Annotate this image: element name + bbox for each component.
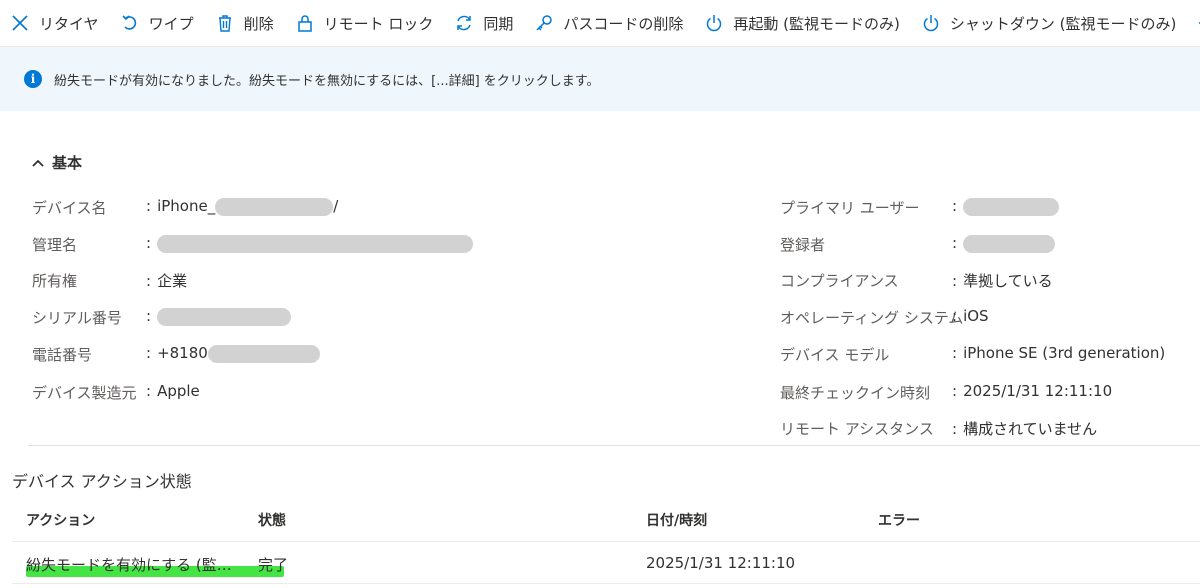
sync-icon — [453, 12, 475, 34]
shutdown-button[interactable]: シャットダウン (監視モードのみ) — [910, 0, 1186, 46]
column-header-datetime[interactable]: 日付/時刻 — [646, 510, 707, 530]
compliance-text: 準拠している — [963, 272, 1053, 290]
undo-icon — [119, 12, 141, 34]
serial-number-label: シリアル番号 — [32, 309, 122, 327]
table-cell-datetime: 2025/1/31 12:11:10 — [646, 554, 796, 572]
more-commands-button[interactable] — [1186, 0, 1200, 46]
restart-label: 再起動 (監視モードのみ) — [733, 14, 900, 33]
power-icon — [920, 12, 942, 34]
wipe-label: ワイプ — [148, 14, 194, 33]
close-icon — [9, 12, 31, 34]
redacted-block — [157, 307, 292, 326]
delete-label: 削除 — [243, 14, 274, 33]
remote-assistance-value: : 構成されていません — [952, 420, 1098, 438]
os-label: オペレーティング システム — [780, 309, 964, 327]
lost-mode-banner: i 紛失モードが有効になりました。紛失モードを無効にするには、[...詳細] を… — [0, 47, 1200, 111]
redacted-block — [157, 234, 474, 253]
trash-icon — [214, 12, 236, 34]
lock-icon — [294, 12, 316, 34]
essentials-title: 基本 — [52, 154, 83, 172]
remove-passcode-button[interactable]: パスコードの削除 — [523, 0, 693, 46]
device-model-value: : iPhone SE (3rd generation) — [952, 344, 1166, 362]
column-header-error[interactable]: エラー — [878, 510, 920, 530]
os-text: iOS — [963, 307, 989, 325]
table-row-divider — [12, 583, 1200, 584]
device-name-value: : iPhone_ / — [146, 197, 339, 216]
last-checkin-value: :2025/1/31 12:11:10 — [952, 382, 1113, 400]
essentials-toggle[interactable]: 基本 — [30, 152, 82, 173]
enrolled-by-value[interactable]: : — [952, 234, 1056, 253]
table-cell-status: 完了 — [258, 556, 289, 574]
command-bar: リタイヤ ワイプ 削除 リモート ロック 同期 パスコードの削除 再起動 (監視… — [0, 0, 1200, 47]
manufacturer-text: Apple — [157, 382, 200, 400]
banner-message: 紛失モードが有効になりました。紛失モードを無効にするには、[...詳細] をクリ… — [54, 73, 600, 89]
device-model-label: デバイス モデル — [780, 346, 890, 364]
primary-user-label: プライマリ ユーザー — [780, 199, 920, 217]
redacted-link[interactable] — [963, 197, 1060, 216]
remote-assistance-label: リモート アシスタンス — [780, 420, 934, 438]
remove-passcode-label: パスコードの削除 — [563, 14, 684, 33]
serial-number-value: : — [146, 307, 292, 326]
key-icon — [533, 12, 555, 34]
primary-user-value[interactable]: : — [952, 197, 1060, 216]
device-model-text: iPhone SE (3rd generation) — [963, 344, 1166, 362]
delete-button[interactable]: 削除 — [204, 0, 284, 46]
phone-number-value: : +8180 — [146, 344, 320, 363]
remote-lock-label: リモート ロック — [323, 14, 434, 33]
enrolled-by-label: 登録者 — [780, 236, 826, 254]
table-cell-action[interactable]: 紛失モードを有効にする (監… — [26, 554, 232, 575]
phone-number-text: +8180 — [157, 344, 208, 362]
redacted-block — [207, 344, 320, 363]
last-checkin-text: 2025/1/31 12:11:10 — [963, 382, 1113, 400]
compliance-label: コンプライアンス — [780, 272, 899, 290]
arrow-right-icon — [1196, 12, 1200, 34]
phone-number-label: 電話番号 — [32, 346, 93, 364]
management-name-label: 管理名 — [32, 236, 78, 254]
ownership-label: 所有権 — [32, 272, 78, 290]
section-divider — [28, 445, 1200, 446]
retire-button[interactable]: リタイヤ — [0, 0, 109, 46]
manufacturer-value: : Apple — [146, 382, 200, 400]
sync-label: 同期 — [483, 14, 514, 33]
remote-assistance-text: 構成されていません — [963, 420, 1098, 438]
ownership-value: : 企業 — [146, 272, 188, 290]
device-name-suffix: / — [333, 197, 339, 215]
retire-label: リタイヤ — [39, 14, 99, 33]
last-checkin-label: 最終チェックイン時刻 — [780, 384, 931, 402]
restart-button[interactable]: 再起動 (監視モードのみ) — [693, 0, 909, 46]
device-name-text: iPhone_ — [157, 197, 216, 215]
redacted-block — [215, 197, 334, 216]
table-header-divider — [12, 541, 1200, 542]
info-icon: i — [24, 70, 42, 88]
wipe-button[interactable]: ワイプ — [109, 0, 204, 46]
device-action-status-title: デバイス アクション状態 — [12, 472, 192, 491]
remote-lock-button[interactable]: リモート ロック — [284, 0, 444, 46]
power-icon — [703, 12, 725, 34]
ownership-text: 企業 — [157, 272, 188, 290]
shutdown-label: シャットダウン (監視モードのみ) — [949, 14, 1177, 33]
manufacturer-label: デバイス製造元 — [32, 384, 137, 402]
device-name-label: デバイス名 — [32, 199, 107, 217]
redacted-link[interactable] — [963, 234, 1056, 253]
compliance-value: : 準拠している — [952, 272, 1053, 290]
chevron-up-icon — [32, 159, 44, 167]
column-header-status[interactable]: 状態 — [258, 510, 286, 530]
column-header-action[interactable]: アクション — [26, 510, 95, 530]
os-value: : iOS — [952, 307, 989, 325]
sync-button[interactable]: 同期 — [443, 0, 523, 46]
management-name-value: : — [146, 234, 474, 253]
